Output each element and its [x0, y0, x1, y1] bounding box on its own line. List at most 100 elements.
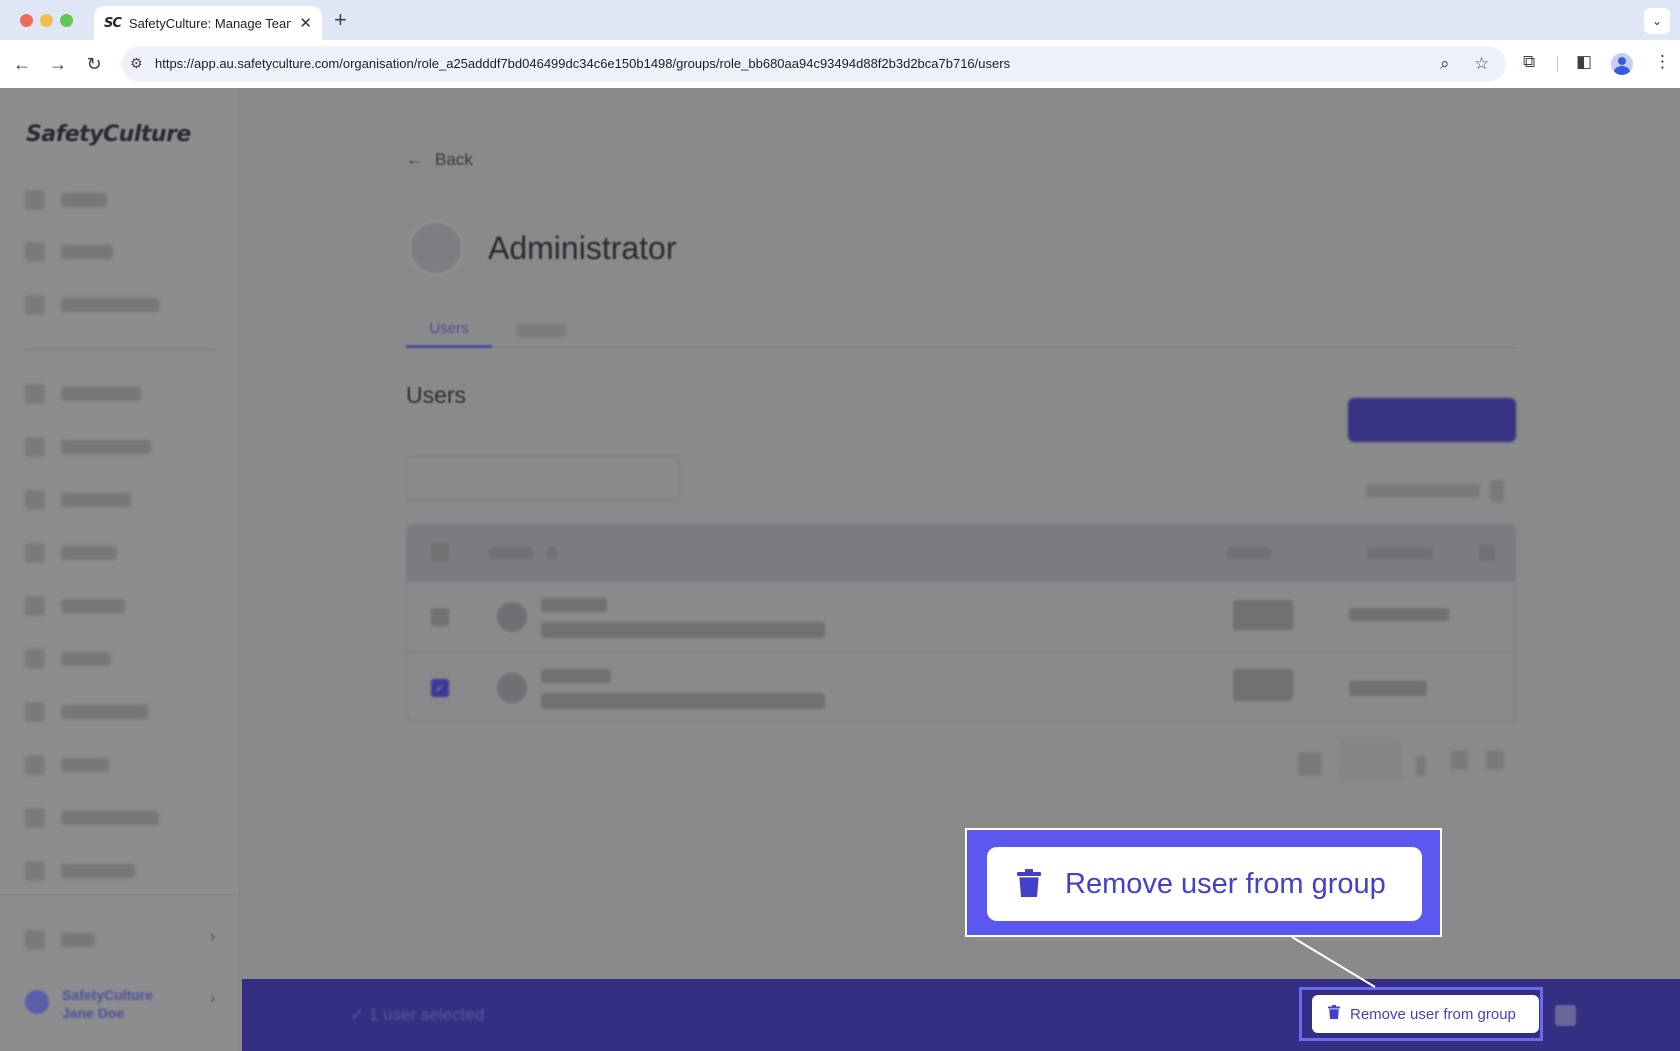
profile-icon[interactable] — [1611, 53, 1633, 75]
selection-count: ✓ 1 user selected — [350, 1005, 484, 1025]
nav-item-label-placeholder — [61, 599, 125, 613]
check-icon: ✓ — [350, 1005, 365, 1024]
nav-item-icon — [25, 295, 45, 315]
nav-item-icon — [25, 384, 45, 404]
nav-item-icon — [25, 543, 45, 563]
sidebar-item[interactable] — [25, 702, 149, 722]
sidebar-item[interactable] — [25, 808, 159, 828]
safetyculture-favicon-icon: SC — [104, 15, 122, 31]
forward-icon[interactable]: → — [46, 52, 70, 76]
tab-placeholder[interactable] — [516, 324, 566, 337]
tab-users[interactable]: Users — [406, 312, 492, 348]
org-name: SafetyCulture — [62, 987, 154, 1003]
org-avatar[interactable] — [25, 990, 49, 1014]
sidebar-item-help[interactable] — [25, 930, 95, 950]
chevron-right-icon[interactable]: › — [210, 928, 215, 946]
sidebar-item[interactable] — [25, 755, 109, 775]
main-content: ← Back Administrator Users Users ✓ — [240, 88, 1680, 1051]
minimize-window-button[interactable] — [40, 14, 53, 27]
address-bar[interactable]: ⚙ https://app.au.safetyculture.com/organ… — [122, 46, 1506, 82]
nav-item-icon — [25, 242, 45, 262]
callout-label: Remove user from group — [1065, 867, 1386, 900]
site-info-icon[interactable]: ⚙ — [130, 55, 143, 72]
more-options-button[interactable] — [1555, 1005, 1576, 1026]
nav-item-icon — [25, 930, 45, 950]
new-tab-button[interactable]: + — [334, 9, 347, 31]
status-badge — [1233, 669, 1293, 701]
group-avatar — [408, 220, 464, 276]
user-name: Jane Doe — [62, 1005, 125, 1021]
reload-icon[interactable]: ↻ — [82, 52, 106, 76]
sidebar-item[interactable] — [25, 649, 111, 669]
zoom-icon[interactable]: ⌕ — [1440, 54, 1450, 74]
pagination-current-page[interactable] — [1338, 738, 1402, 780]
pagination-prev-button[interactable] — [1298, 752, 1322, 776]
safetyculture-logo: SafetyCulture — [26, 122, 191, 147]
sidebar-item[interactable] — [25, 384, 141, 404]
pagination-next-button[interactable] — [1450, 750, 1468, 770]
sidebar-item[interactable] — [25, 543, 117, 563]
tab-strip: SC SafetyCulture: Manage Teams and... ✕ … — [0, 0, 1680, 40]
bookmark-star-icon[interactable]: ☆ — [1474, 54, 1489, 74]
sidebar-item[interactable] — [25, 437, 151, 457]
sidebar-item[interactable] — [25, 295, 159, 315]
sidebar-item[interactable] — [25, 190, 107, 210]
remove-user-from-group-button-zoomed[interactable]: Remove user from group — [987, 847, 1422, 921]
last-seen-placeholder — [1349, 608, 1449, 621]
nav-item-icon — [25, 649, 45, 669]
sidebar-item[interactable] — [25, 242, 113, 262]
back-label: Back — [435, 150, 473, 169]
table-row[interactable] — [407, 581, 1515, 652]
chevron-right-icon[interactable]: › — [210, 990, 215, 1008]
user-name-placeholder — [541, 669, 611, 683]
browser-chrome: SC SafetyCulture: Manage Teams and... ✕ … — [0, 0, 1680, 88]
nav-item-icon — [25, 490, 45, 510]
column-header-placeholder[interactable] — [489, 547, 533, 559]
zoom-callout: Remove user from group — [965, 828, 1442, 937]
toolbar-separator — [1557, 56, 1558, 72]
row-checkbox[interactable] — [431, 608, 449, 626]
row-checkbox-checked[interactable]: ✓ — [431, 679, 449, 697]
column-header-placeholder[interactable] — [1367, 547, 1433, 559]
back-link[interactable]: ← Back — [406, 150, 473, 170]
browser-tab[interactable]: SC SafetyCulture: Manage Teams and... ✕ — [94, 6, 322, 40]
tab-search-chevron-icon[interactable]: ⌄ — [1644, 8, 1670, 34]
tab-close-icon[interactable]: ✕ — [299, 14, 312, 32]
sidebar-footer — [0, 894, 240, 1051]
nav-item-label-placeholder — [61, 546, 117, 560]
maximize-window-button[interactable] — [60, 14, 73, 27]
side-panel-icon[interactable]: ◧ — [1576, 52, 1592, 72]
selection-count-label: 1 user selected — [368, 1005, 485, 1024]
select-all-checkbox[interactable] — [431, 544, 449, 562]
arrow-left-icon: ← — [406, 150, 423, 169]
nav-item-icon — [25, 808, 45, 828]
tab-title: SafetyCulture: Manage Teams and... — [128, 15, 292, 31]
add-users-button[interactable] — [1348, 398, 1516, 442]
nav-item-icon — [25, 755, 45, 775]
filter-placeholder[interactable] — [1366, 484, 1480, 498]
sort-icon[interactable] — [547, 547, 557, 559]
menu-icon[interactable]: ⋮ — [1654, 52, 1671, 72]
search-input[interactable] — [406, 456, 680, 502]
sidebar-item[interactable] — [25, 596, 125, 616]
extensions-icon[interactable]: ⧉ — [1523, 52, 1535, 72]
nav-item-icon — [25, 596, 45, 616]
nav-item-icon — [25, 437, 45, 457]
close-window-button[interactable] — [20, 14, 33, 27]
nav-item-label-placeholder — [61, 387, 141, 401]
back-icon[interactable]: ← — [10, 52, 34, 76]
column-settings-icon[interactable] — [1479, 545, 1495, 561]
table-row[interactable]: ✓ — [407, 652, 1515, 721]
last-seen-placeholder — [1349, 681, 1427, 696]
sidebar-item[interactable] — [25, 490, 131, 510]
filter-icon[interactable] — [1490, 480, 1504, 502]
pagination-last-button[interactable] — [1486, 750, 1504, 770]
status-badge — [1233, 600, 1293, 630]
sidebar: SafetyCulture › SafetyCulture Jane Doe › — [0, 88, 240, 1051]
column-header-placeholder[interactable] — [1227, 547, 1271, 559]
org-user-switcher[interactable]: SafetyCulture Jane Doe — [62, 986, 153, 1022]
tab-bar: Users — [406, 312, 1516, 348]
remove-user-from-group-button[interactable]: Remove user from group — [1312, 995, 1539, 1033]
avatar — [497, 673, 527, 703]
sidebar-item[interactable] — [25, 861, 135, 881]
